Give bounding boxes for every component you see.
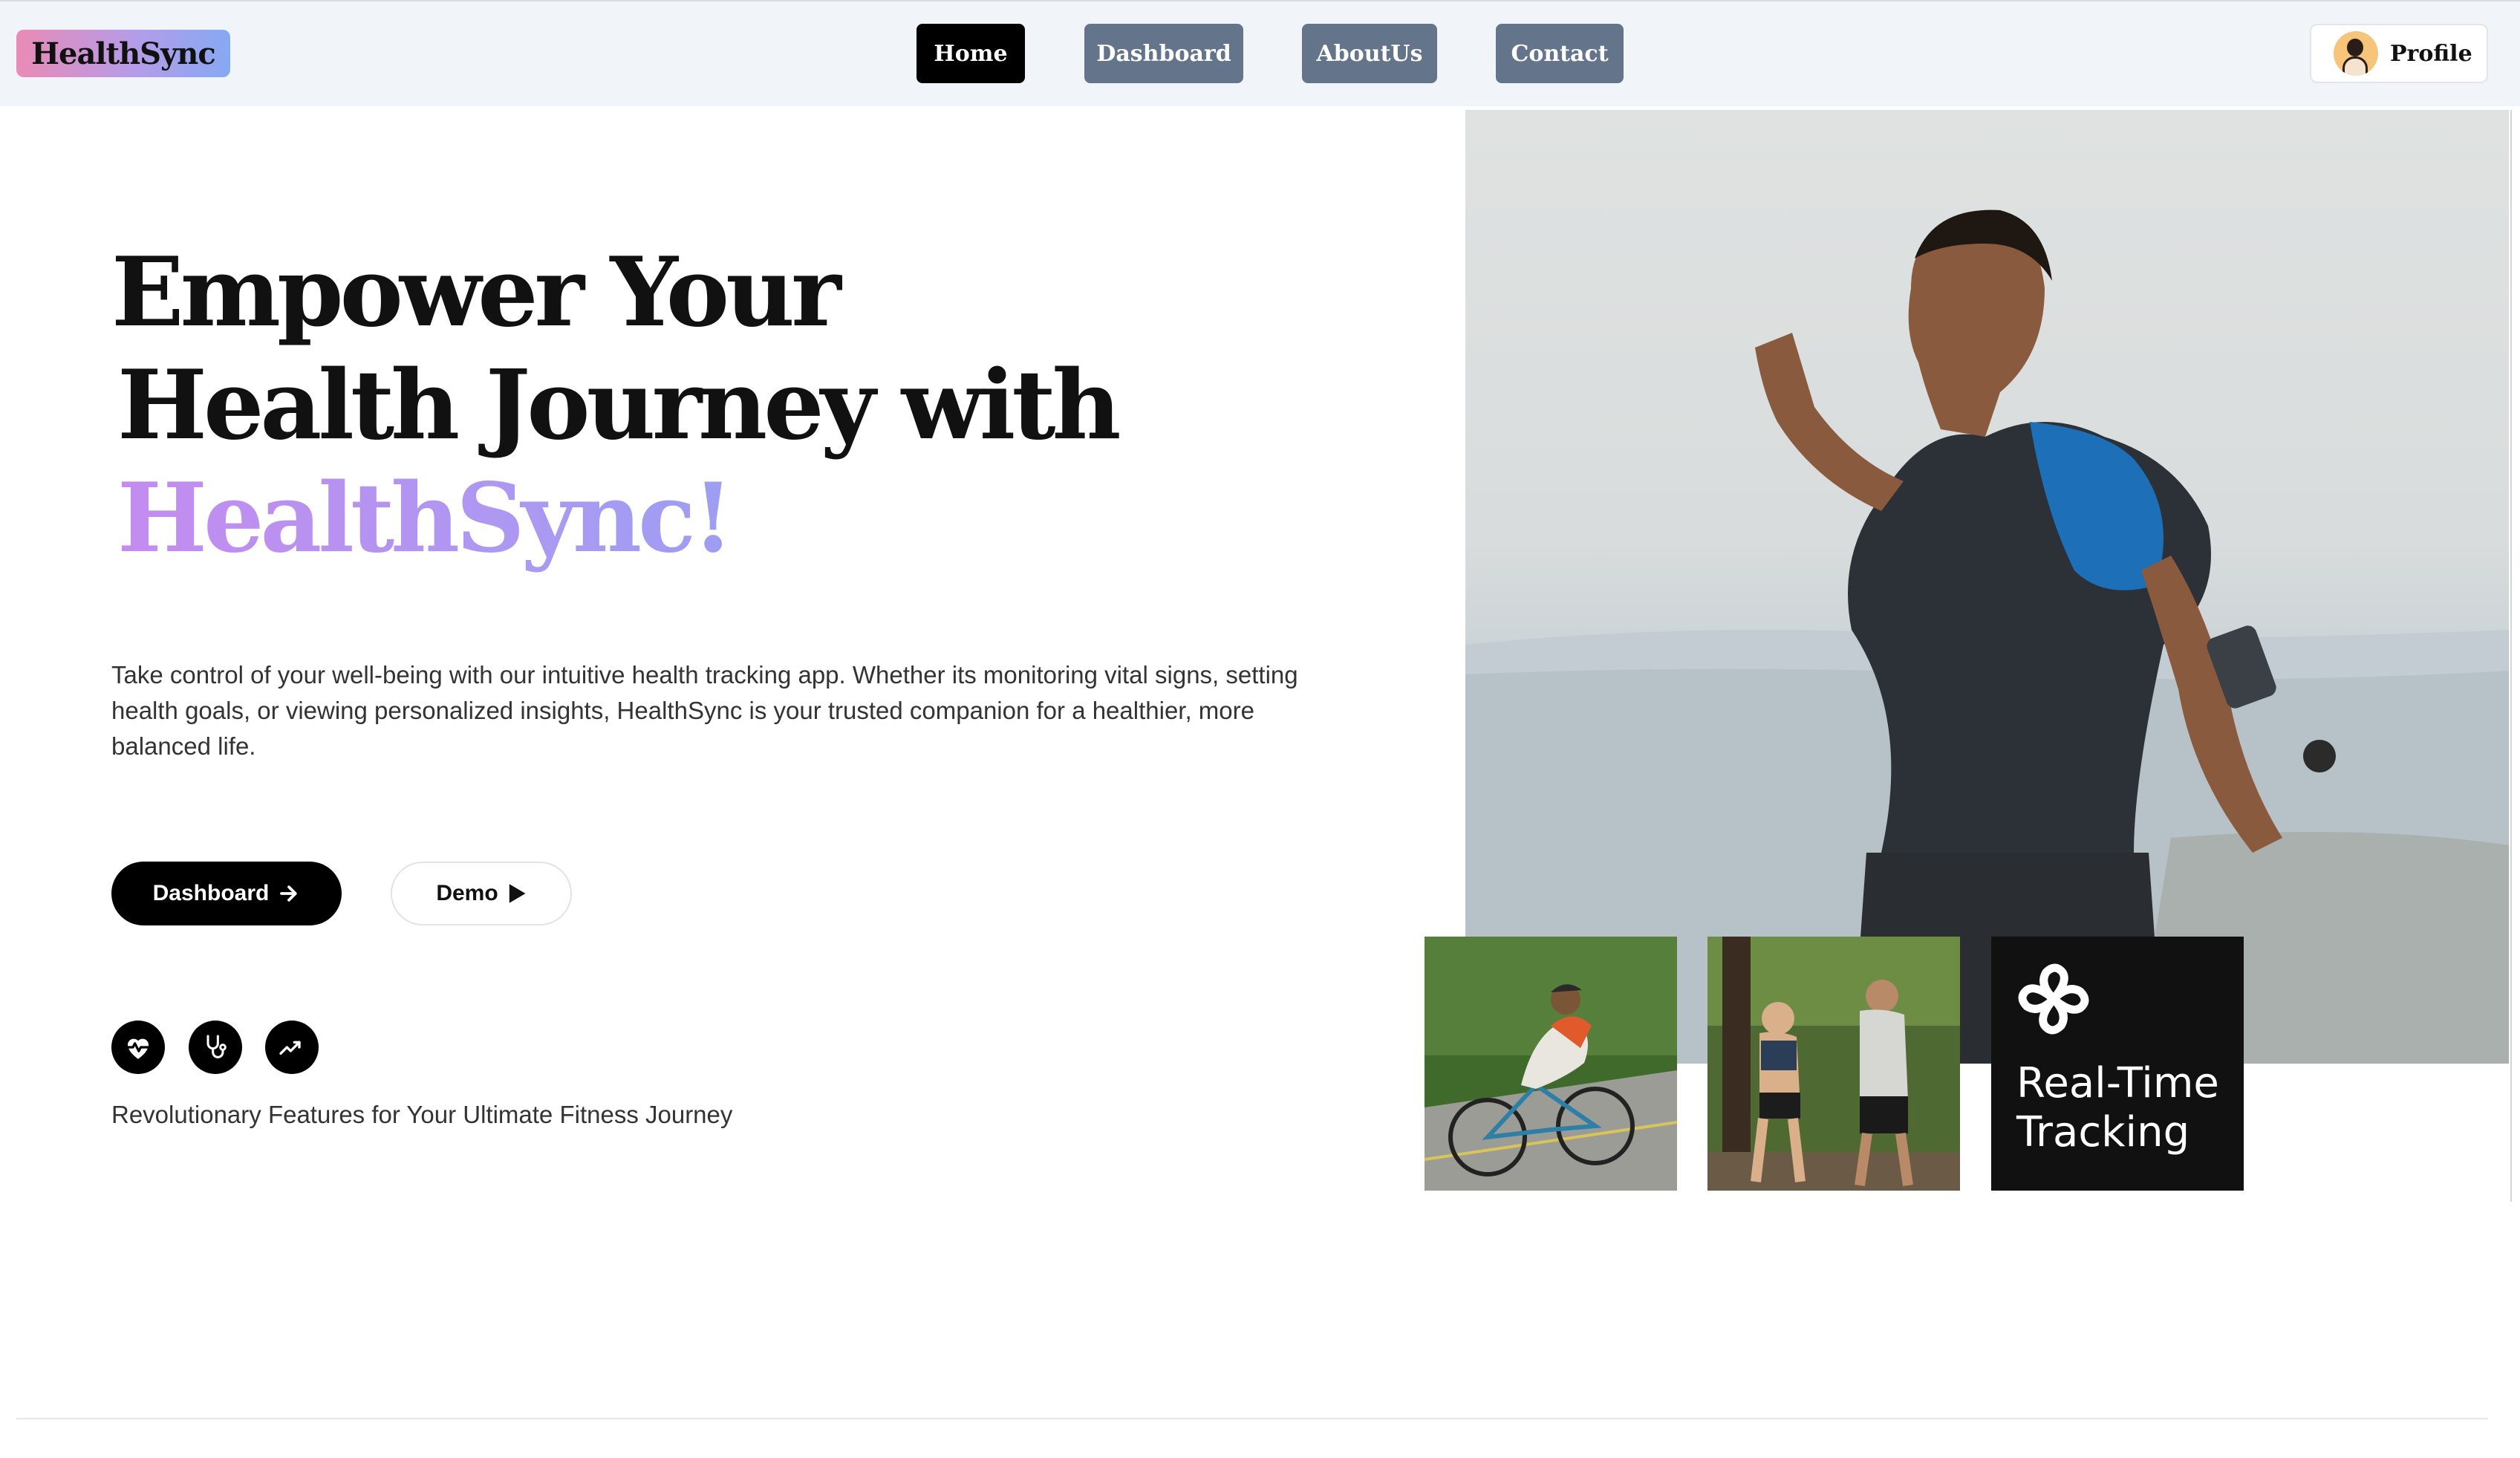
realtime-tracking-card: Real-Time Tracking [1991,937,2244,1191]
heart-pulse-icon [111,1021,165,1074]
headline-brand: HealthSync! [111,462,1118,575]
hero-headline: Empower Your Health Journey with HealthS… [111,236,1121,575]
avatar [2334,31,2378,76]
tracking-title-line-2: Tracking [2016,1108,2190,1156]
headline-line-1: Empower Your [111,237,841,348]
section-divider [16,1418,2488,1419]
profile-button[interactable]: Profile [2310,24,2488,83]
brand-logo[interactable]: HealthSync [16,30,230,77]
joggers-thumbnail-image [1707,937,1960,1191]
cyclist-thumbnail-image [1425,937,1677,1191]
headline-line-2: Health Journey with [117,350,1121,461]
arrow-right-icon [280,885,297,902]
stethoscope-icon [189,1021,242,1074]
hero-description: Take control of your well-being with our… [111,661,1298,760]
profile-label: Profile [2390,40,2472,67]
dashboard-cta-label: Dashboard [152,881,270,905]
scrollbar-track[interactable] [2510,110,2512,1202]
nav-aboutus-button[interactable]: AboutUs [1302,24,1437,83]
top-navbar: HealthSync Home Dashboard AboutUs Contac… [0,0,2520,106]
tracking-card-title: Real-Time Tracking [2016,1059,2219,1157]
nav-home-button[interactable]: Home [916,24,1025,83]
nav-contact-button[interactable]: Contact [1496,24,1624,83]
trend-up-icon [265,1021,319,1074]
demo-button[interactable]: Demo [391,862,572,925]
features-caption: Revolutionary Features for Your Ultimate… [111,1101,733,1128]
cross-knot-icon [2018,963,2089,1035]
dashboard-cta-button[interactable]: Dashboard [111,862,342,925]
tracking-title-line-1: Real-Time [2016,1059,2219,1107]
demo-label: Demo [436,881,498,905]
runner-hero-image [1465,110,2509,1064]
nav-dashboard-button[interactable]: Dashboard [1084,24,1243,83]
play-icon [509,884,526,903]
